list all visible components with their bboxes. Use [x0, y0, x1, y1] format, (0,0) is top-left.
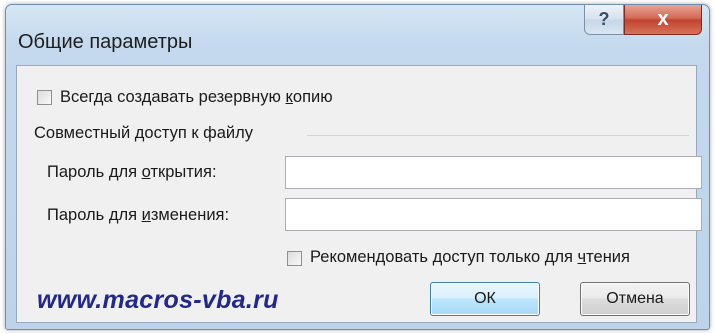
- open-password-label-text: Пароль для: [47, 163, 142, 181]
- ok-button[interactable]: ОК: [430, 282, 540, 316]
- sharing-group-label: Совместный доступ к файлу: [34, 124, 253, 142]
- backup-label[interactable]: Всегда создавать резервную копию: [60, 88, 333, 107]
- help-button[interactable]: ?: [584, 5, 624, 35]
- backup-label-text: Всегда создавать резервную: [60, 88, 286, 106]
- readonly-label-text-end: тения: [586, 248, 630, 266]
- close-button[interactable]: x: [624, 5, 702, 35]
- dialog-content: Всегда создавать резервную копию Совмест…: [16, 65, 702, 323]
- group-divider: [307, 135, 689, 136]
- backup-checkbox[interactable]: [37, 90, 52, 105]
- modify-password-label: Пароль для изменения:: [47, 206, 229, 225]
- modify-password-label-accelerator: и: [141, 206, 151, 224]
- open-password-field[interactable]: [285, 156, 702, 189]
- backup-label-accelerator: к: [285, 88, 293, 106]
- readonly-label[interactable]: Рекомендовать доступ только для чтения: [310, 248, 630, 267]
- dialog-title: Общие параметры: [18, 31, 193, 53]
- readonly-label-accelerator: ч: [577, 248, 587, 266]
- open-password-label: Пароль для открытия:: [47, 163, 217, 182]
- cancel-button[interactable]: Отмена: [580, 282, 690, 316]
- dialog-window: Общие параметры ? x Всегда создавать рез…: [5, 4, 710, 330]
- site-watermark: www.macros-vba.ru: [37, 286, 279, 314]
- modify-password-field[interactable]: [285, 198, 702, 231]
- modify-password-label-text-end: зменения:: [150, 206, 230, 224]
- readonly-label-text: Рекомендовать доступ только для: [310, 248, 578, 266]
- readonly-checkbox[interactable]: [287, 251, 302, 266]
- open-password-label-text-end: ткрытия:: [150, 163, 217, 181]
- backup-label-text-end: опию: [292, 88, 333, 106]
- modify-password-label-text: Пароль для: [47, 206, 142, 224]
- close-icon: x: [657, 8, 669, 30]
- help-icon: ?: [598, 9, 610, 29]
